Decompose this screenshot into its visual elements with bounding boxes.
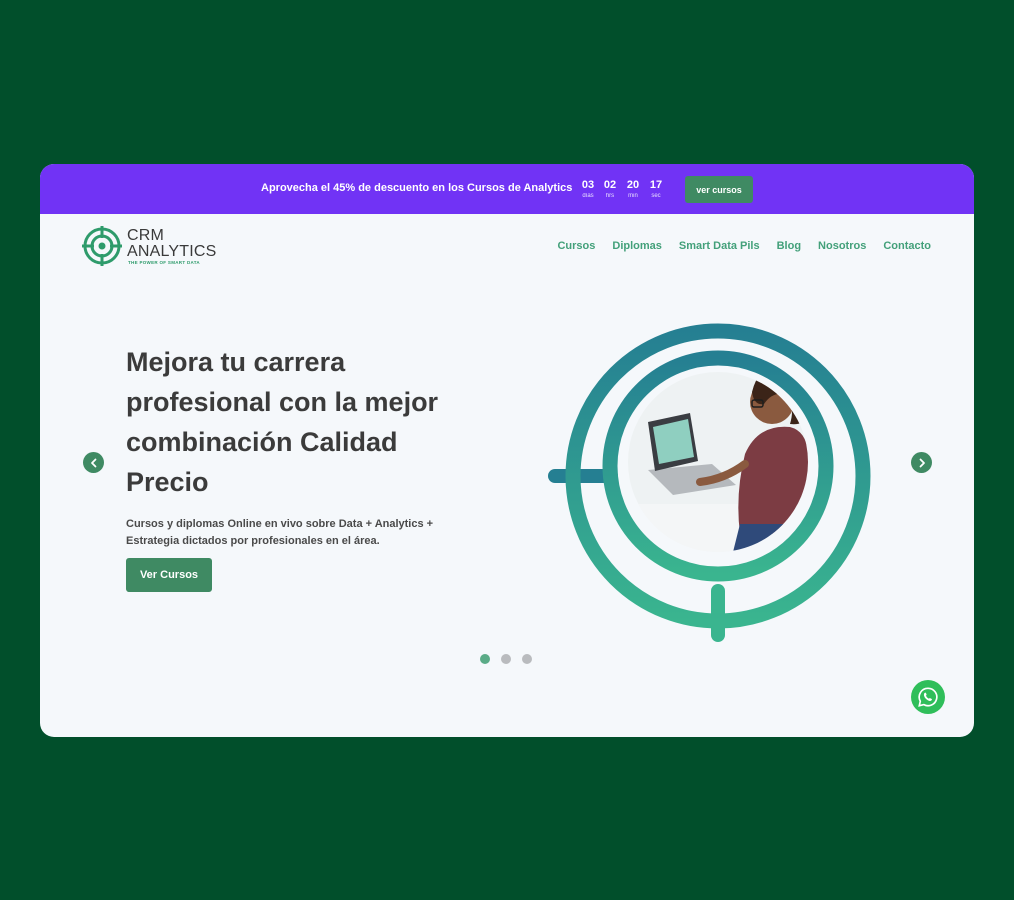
whatsapp-icon xyxy=(918,687,938,707)
countdown-hours: 02 hrs xyxy=(598,178,622,201)
carousel-dot-3[interactable] xyxy=(522,654,532,664)
logo-tagline: THE POWER OF SMART DATA xyxy=(128,260,200,265)
logo-wordmark[interactable]: CRM ANALYTICS xyxy=(127,228,217,260)
countdown-hours-label: hrs xyxy=(605,193,615,199)
carousel-dot-1[interactable] xyxy=(480,654,490,664)
browser-window: Aprovecha el 45% de descuento en los Cur… xyxy=(40,164,974,737)
nav-item-contacto[interactable]: Contacto xyxy=(883,240,931,252)
logo-line-analytics: ANALYTICS xyxy=(127,243,217,260)
carousel-prev-button[interactable] xyxy=(83,452,104,473)
countdown-days-value: 03 xyxy=(581,179,595,191)
countdown-seconds-value: 17 xyxy=(649,179,663,191)
chevron-left-icon xyxy=(90,458,96,467)
main-nav: Cursos Diplomas Smart Data Pils Blog Nos… xyxy=(557,240,931,252)
whatsapp-chat-button[interactable] xyxy=(911,680,945,714)
promo-bar: Aprovecha el 45% de descuento en los Cur… xyxy=(40,164,974,214)
nav-item-nosotros[interactable]: Nosotros xyxy=(818,240,866,252)
nav-item-blog[interactable]: Blog xyxy=(777,240,801,252)
target-bar-bottom xyxy=(711,584,725,642)
ver-cursos-button[interactable]: Ver Cursos xyxy=(126,558,212,592)
countdown-days: 03 días xyxy=(576,178,600,201)
nav-item-smart-data-pils[interactable]: Smart Data Pils xyxy=(679,240,760,252)
nav-item-cursos[interactable]: Cursos xyxy=(557,240,595,252)
countdown-seconds-label: sec xyxy=(651,193,661,199)
countdown-days-label: días xyxy=(582,193,594,199)
carousel-next-button[interactable] xyxy=(911,452,932,473)
countdown-minutes-value: 20 xyxy=(626,179,640,191)
hero-subtitle: Cursos y diplomas Online en vivo sobre D… xyxy=(126,518,434,547)
promo-ver-cursos-button[interactable]: ver cursos xyxy=(685,176,753,203)
carousel-dot-2[interactable] xyxy=(501,654,511,664)
countdown-seconds: 17 sec xyxy=(644,178,668,201)
countdown-hours-value: 02 xyxy=(603,179,617,191)
nav-item-diplomas[interactable]: Diplomas xyxy=(612,240,662,252)
countdown-minutes: 20 min xyxy=(621,178,645,201)
carousel-dots xyxy=(480,654,532,664)
logo-target-icon[interactable] xyxy=(82,226,122,266)
logo-line-crm: CRM xyxy=(127,227,165,244)
countdown-minutes-label: min xyxy=(628,193,638,199)
hero-title: Mejora tu carrera profesional con la mej… xyxy=(126,347,439,497)
chevron-right-icon xyxy=(919,458,925,467)
hero-illustration xyxy=(548,323,871,642)
countdown-timer: 03 días 02 hrs 20 min 17 sec xyxy=(40,178,662,204)
